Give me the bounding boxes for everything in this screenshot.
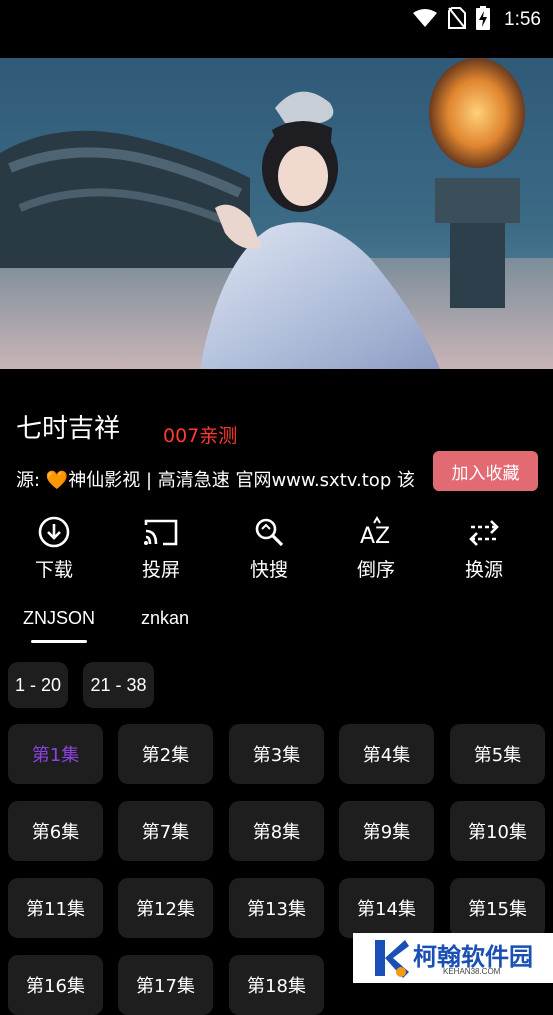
sort-reverse-icon: AZ bbox=[358, 515, 394, 549]
switch-source-button[interactable]: 换源 bbox=[444, 515, 524, 582]
quick-search-icon bbox=[252, 515, 286, 549]
watermark-subtitle: KEHAN38.COM bbox=[443, 967, 501, 976]
source-line: 源: 🧡神仙影视 | 高清急速 官网www.sxtv.top 该 bbox=[16, 466, 446, 492]
download-button[interactable]: 下载 bbox=[14, 515, 94, 582]
battery-charging-icon bbox=[476, 6, 491, 34]
episode-button[interactable]: 第13集 bbox=[229, 878, 324, 938]
episode-button[interactable]: 第15集 bbox=[450, 878, 545, 938]
episode-button[interactable]: 第14集 bbox=[339, 878, 434, 938]
range-chip-1[interactable]: 1 - 20 bbox=[8, 662, 68, 708]
episode-button[interactable]: 第3集 bbox=[229, 724, 324, 784]
quick-search-button[interactable]: 快搜 bbox=[229, 515, 309, 582]
switch-source-label: 换源 bbox=[464, 559, 503, 581]
svg-text:AZ: AZ bbox=[360, 524, 390, 549]
source-text: 神仙影视 | 高清急速 官网www.sxtv.top bbox=[68, 470, 392, 491]
episode-button[interactable]: 第10集 bbox=[450, 801, 545, 861]
video-player[interactable] bbox=[0, 58, 553, 369]
cast-label: 投屏 bbox=[141, 559, 180, 581]
episode-button[interactable]: 第5集 bbox=[450, 724, 545, 784]
status-bar: 1:56 bbox=[0, 0, 553, 58]
source-tabs: ZNJSON znkan bbox=[0, 600, 553, 644]
episode-button[interactable]: 第6集 bbox=[8, 801, 103, 861]
source-prefix: 源: bbox=[16, 470, 46, 491]
download-label: 下载 bbox=[34, 559, 73, 581]
cast-icon bbox=[143, 515, 179, 549]
no-sim-icon bbox=[448, 7, 467, 33]
source-overflow: 该 bbox=[396, 470, 415, 491]
action-bar: 下载 投屏 快搜 AZ 倒序 换源 bbox=[0, 515, 553, 585]
episode-button[interactable]: 第4集 bbox=[339, 724, 434, 784]
episode-button[interactable]: 第2集 bbox=[118, 724, 213, 784]
tab-znkan[interactable]: znkan bbox=[141, 608, 189, 629]
wifi-icon bbox=[412, 8, 438, 32]
switch-source-icon bbox=[467, 515, 501, 549]
watermark-logo-icon bbox=[371, 936, 411, 984]
active-tab-indicator bbox=[31, 640, 87, 643]
status-icons: 1:56 bbox=[412, 6, 541, 34]
reverse-order-label: 倒序 bbox=[356, 559, 395, 581]
episode-button[interactable]: 第7集 bbox=[118, 801, 213, 861]
download-icon bbox=[37, 515, 71, 549]
reverse-order-button[interactable]: AZ 倒序 bbox=[336, 515, 416, 582]
source-tag: 007亲测 bbox=[163, 425, 238, 447]
watermark: 柯翰软件园 KEHAN38.COM bbox=[353, 933, 553, 983]
episode-button[interactable]: 第12集 bbox=[118, 878, 213, 938]
quick-search-label: 快搜 bbox=[249, 559, 288, 581]
episode-button[interactable]: 第17集 bbox=[118, 955, 213, 1015]
status-time: 1:56 bbox=[504, 9, 541, 30]
episode-button[interactable]: 第9集 bbox=[339, 801, 434, 861]
cast-button[interactable]: 投屏 bbox=[121, 515, 201, 582]
video-frame bbox=[0, 58, 553, 369]
episode-button[interactable]: 第11集 bbox=[8, 878, 103, 938]
episode-button[interactable]: 第16集 bbox=[8, 955, 103, 1015]
add-favorite-button[interactable]: 加入收藏 bbox=[433, 451, 538, 491]
video-title: 七时吉祥 bbox=[16, 414, 121, 444]
episode-button[interactable]: 第1集 bbox=[8, 724, 103, 784]
episode-button[interactable]: 第18集 bbox=[229, 955, 324, 1015]
heart-icon: 🧡 bbox=[45, 470, 69, 491]
tab-znjson[interactable]: ZNJSON bbox=[23, 608, 95, 629]
range-chip-2[interactable]: 21 - 38 bbox=[83, 662, 154, 708]
episode-button[interactable]: 第8集 bbox=[229, 801, 324, 861]
